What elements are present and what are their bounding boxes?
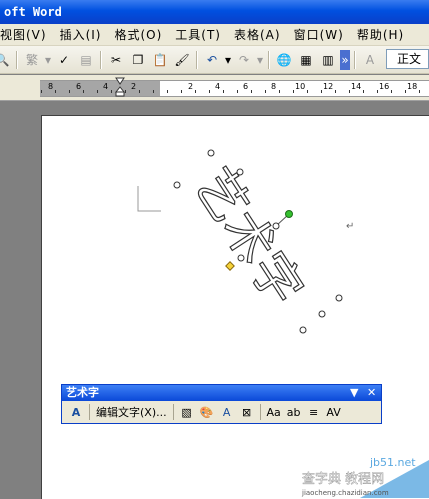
resize-handle	[299, 326, 307, 334]
alignment-icon[interactable]: ≡	[304, 403, 324, 421]
resize-handle	[236, 168, 244, 176]
resize-handle	[207, 149, 215, 157]
resize-handle	[272, 222, 280, 230]
vertical-text-icon[interactable]: ab	[284, 403, 304, 421]
resize-handle	[173, 181, 181, 189]
toolbar-separator	[172, 404, 174, 420]
format-wordart-icon[interactable]: 🎨	[197, 403, 217, 421]
chevron-down-icon[interactable]: ▼	[350, 385, 358, 401]
margin-corner-mark	[137, 186, 161, 212]
insert-wordart-icon[interactable]: A	[66, 403, 86, 421]
resize-handle	[335, 294, 343, 302]
watermark-line1: 查字典 教程网	[302, 471, 384, 487]
wordart-object: 艺 术 字	[183, 158, 315, 317]
toolbar-separator	[89, 404, 90, 420]
character-spacing-icon[interactable]: AV	[324, 403, 344, 421]
edit-text-button[interactable]: 编辑文字(X)...	[93, 404, 170, 420]
watermark-line2: jiaocheng.chazidian.com	[301, 489, 389, 497]
close-icon[interactable]: ✕	[367, 385, 376, 401]
paragraph-mark: ↵	[346, 221, 354, 232]
rotate-handle	[285, 210, 293, 218]
same-letter-heights-icon[interactable]: Aa	[264, 403, 284, 421]
watermark-site: jb51.net	[369, 456, 416, 469]
wordart-shape-icon[interactable]: A	[217, 403, 237, 421]
wordart-toolbar: 艺术字 ▼ ✕ A 编辑文字(X)... ▧ 🎨 A ⊠ Aa ab ≡ AV	[61, 384, 382, 424]
resize-handle	[318, 310, 326, 318]
wordart-toolbar-title-text: 艺术字	[66, 386, 99, 399]
toolbar-separator	[259, 404, 261, 420]
wordart-toolbar-title[interactable]: 艺术字 ▼ ✕	[62, 385, 381, 401]
wordart-toolbar-row: A 编辑文字(X)... ▧ 🎨 A ⊠ Aa ab ≡ AV	[62, 401, 381, 423]
resize-handle	[237, 254, 245, 262]
wordart-gallery-icon[interactable]: ▧	[177, 403, 197, 421]
text-wrapping-icon[interactable]: ⊠	[237, 403, 257, 421]
watermark: jb51.net 查字典 教程网 jiaocheng.chazidian.com	[301, 456, 429, 498]
